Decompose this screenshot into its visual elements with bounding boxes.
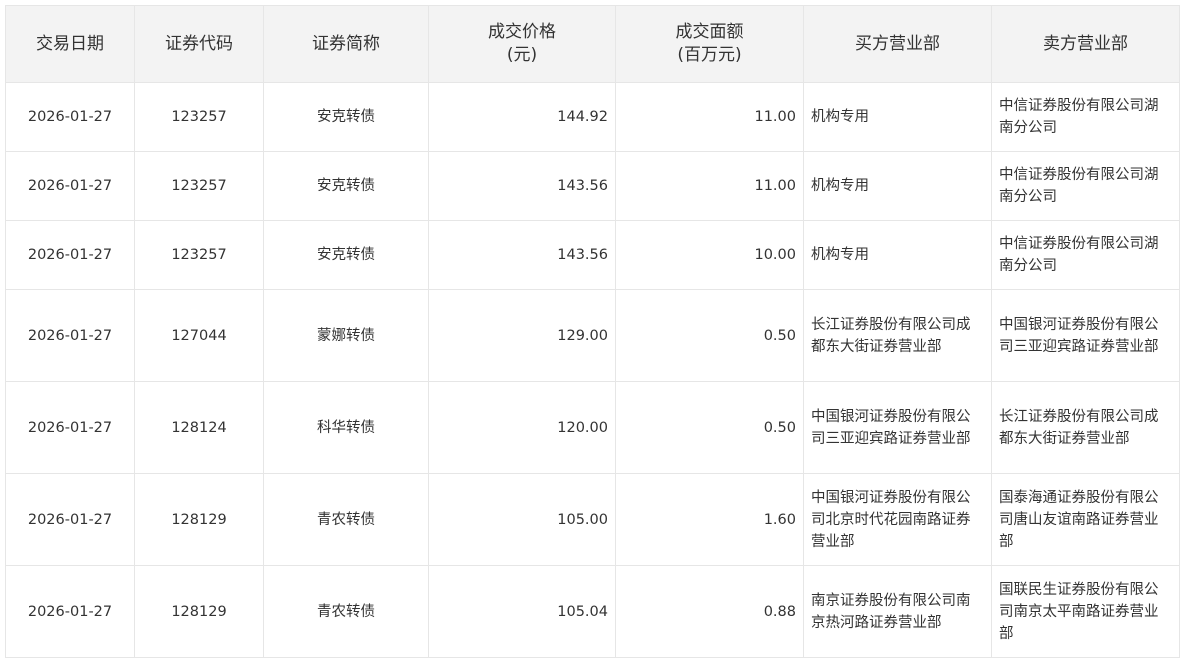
cell-seller: 中国银河证券股份有限公司三亚迎宾路证券营业部 <box>991 289 1180 382</box>
table-row: 2026-01-27 128129 青农转债 105.04 0.88 南京证券股… <box>5 565 1180 658</box>
cell-buyer: 中国银河证券股份有限公司三亚迎宾路证券营业部 <box>803 381 992 474</box>
cell-date: 2026-01-27 <box>5 289 135 382</box>
cell-amount: 11.00 <box>615 82 804 152</box>
header-trade-amount[interactable]: 成交面额 (百万元) <box>615 5 804 83</box>
header-security-name[interactable]: 证券简称 <box>263 5 429 83</box>
cell-name: 科华转债 <box>263 381 429 474</box>
cell-buyer: 机构专用 <box>803 151 992 221</box>
header-trade-date[interactable]: 交易日期 <box>5 5 135 83</box>
block-trades-table: 交易日期 证券代码 证券简称 成交价格 (元) 成交面额 (百万元) 买方营业部 <box>5 5 1180 658</box>
header-trade-price[interactable]: 成交价格 (元) <box>428 5 616 83</box>
cell-price: 143.56 <box>428 220 616 290</box>
cell-date: 2026-01-27 <box>5 220 135 290</box>
cell-code: 123257 <box>134 82 264 152</box>
cell-date: 2026-01-27 <box>5 151 135 221</box>
table-row: 2026-01-27 128129 青农转债 105.00 1.60 中国银河证… <box>5 473 1180 566</box>
cell-date: 2026-01-27 <box>5 473 135 566</box>
cell-amount: 1.60 <box>615 473 804 566</box>
header-seller-branch[interactable]: 卖方营业部 <box>991 5 1180 83</box>
cell-seller: 国联民生证券股份有限公司南京太平南路证券营业部 <box>991 565 1180 658</box>
cell-buyer: 机构专用 <box>803 82 992 152</box>
cell-amount: 0.88 <box>615 565 804 658</box>
cell-amount: 0.50 <box>615 289 804 382</box>
cell-date: 2026-01-27 <box>5 82 135 152</box>
cell-price: 105.00 <box>428 473 616 566</box>
cell-date: 2026-01-27 <box>5 565 135 658</box>
cell-name: 安克转债 <box>263 220 429 290</box>
cell-seller: 中信证券股份有限公司湖南分公司 <box>991 82 1180 152</box>
cell-price: 143.56 <box>428 151 616 221</box>
table-row: 2026-01-27 123257 安克转债 143.56 11.00 机构专用… <box>5 151 1180 221</box>
cell-code: 128129 <box>134 473 264 566</box>
cell-buyer: 中国银河证券股份有限公司北京时代花园南路证券营业部 <box>803 473 992 566</box>
table-header-row: 交易日期 证券代码 证券简称 成交价格 (元) 成交面额 (百万元) 买方营业部 <box>5 5 1180 83</box>
cell-name: 蒙娜转债 <box>263 289 429 382</box>
cell-buyer: 长江证券股份有限公司成都东大街证券营业部 <box>803 289 992 382</box>
cell-name: 安克转债 <box>263 82 429 152</box>
cell-seller: 中信证券股份有限公司湖南分公司 <box>991 220 1180 290</box>
cell-seller: 国泰海通证券股份有限公司唐山友谊南路证券营业部 <box>991 473 1180 566</box>
cell-price: 105.04 <box>428 565 616 658</box>
cell-seller: 中信证券股份有限公司湖南分公司 <box>991 151 1180 221</box>
trades-table-container: 交易日期 证券代码 证券简称 成交价格 (元) 成交面额 (百万元) 买方营业部 <box>0 0 1185 658</box>
cell-seller: 长江证券股份有限公司成都东大街证券营业部 <box>991 381 1180 474</box>
cell-date: 2026-01-27 <box>5 381 135 474</box>
cell-code: 128124 <box>134 381 264 474</box>
cell-buyer: 机构专用 <box>803 220 992 290</box>
cell-buyer: 南京证券股份有限公司南京热河路证券营业部 <box>803 565 992 658</box>
cell-price: 129.00 <box>428 289 616 382</box>
table-row: 2026-01-27 123257 安克转债 144.92 11.00 机构专用… <box>5 82 1180 152</box>
cell-code: 127044 <box>134 289 264 382</box>
cell-name: 青农转债 <box>263 565 429 658</box>
table-row: 2026-01-27 127044 蒙娜转债 129.00 0.50 长江证券股… <box>5 289 1180 382</box>
cell-code: 123257 <box>134 151 264 221</box>
header-buyer-branch[interactable]: 买方营业部 <box>803 5 992 83</box>
cell-name: 安克转债 <box>263 151 429 221</box>
table-row: 2026-01-27 128124 科华转债 120.00 0.50 中国银河证… <box>5 381 1180 474</box>
cell-code: 128129 <box>134 565 264 658</box>
cell-name: 青农转债 <box>263 473 429 566</box>
cell-price: 120.00 <box>428 381 616 474</box>
cell-code: 123257 <box>134 220 264 290</box>
header-security-code[interactable]: 证券代码 <box>134 5 264 83</box>
cell-amount: 11.00 <box>615 151 804 221</box>
table-row: 2026-01-27 123257 安克转债 143.56 10.00 机构专用… <box>5 220 1180 290</box>
cell-price: 144.92 <box>428 82 616 152</box>
cell-amount: 10.00 <box>615 220 804 290</box>
cell-amount: 0.50 <box>615 381 804 474</box>
